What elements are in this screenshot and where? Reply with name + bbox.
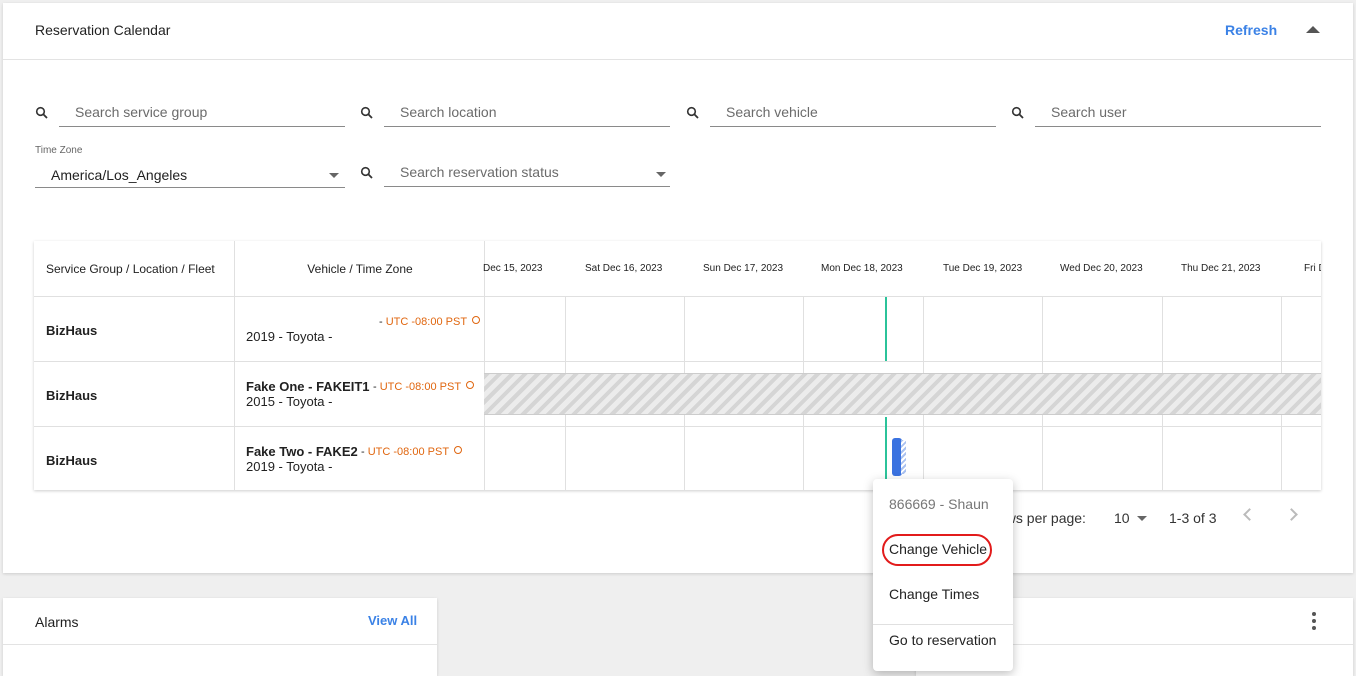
date-header: Thu Dec 21, 2023	[1181, 263, 1261, 274]
divider	[34, 296, 1321, 297]
chevron-right-icon[interactable]	[1285, 508, 1298, 521]
alarms-card: Alarms View All	[3, 598, 437, 676]
vehicle-subtitle: 2015 - Toyota -	[246, 394, 333, 409]
menu-header: 866669 - Shaun	[889, 496, 989, 512]
location-search	[360, 102, 670, 128]
card-header: Reservation Calendar Refresh	[3, 3, 1353, 60]
pagination-range: 1-3 of 3	[1169, 510, 1217, 526]
date-header: Mon Dec 18, 2023	[821, 263, 903, 274]
change-times-menu-item[interactable]: Change Times	[889, 586, 979, 602]
reservation-status-search	[360, 162, 670, 188]
kebab-menu-icon[interactable]	[1312, 612, 1316, 630]
row-group: BizHaus	[46, 388, 98, 403]
date-header: Dec 15, 2023	[483, 263, 543, 274]
divider	[34, 361, 1321, 362]
dropdown-caret-icon	[1137, 516, 1147, 521]
user-search	[1011, 102, 1321, 128]
location-search-input[interactable]	[384, 102, 670, 127]
reservation-table: Service Group / Location / Fleet Vehicle…	[34, 241, 1321, 490]
column-header-vehicle: Vehicle / Time Zone	[307, 261, 413, 276]
view-all-link[interactable]: View All	[368, 613, 417, 628]
date-header: Sat Dec 16, 2023	[585, 263, 663, 274]
search-icon	[360, 106, 373, 119]
page-title: Reservation Calendar	[35, 22, 171, 38]
search-icon	[686, 106, 699, 119]
vehicle-name-link[interactable]: Fake Two - FAKE2	[246, 444, 358, 459]
date-header: Sun Dec 17, 2023	[703, 263, 784, 274]
clock-icon	[472, 316, 481, 324]
timezone-text: UTC -08:00 PST	[367, 446, 450, 458]
go-to-reservation-menu-item[interactable]: Go to reservation	[889, 632, 996, 648]
service-group-search-input[interactable]	[59, 102, 345, 127]
divider	[873, 624, 1013, 625]
card-header: Alarms View All	[3, 598, 437, 645]
divider	[484, 241, 485, 490]
timezone-text: UTC -08:00 PST	[385, 316, 468, 328]
clock-icon	[454, 446, 463, 454]
vehicle-search-input[interactable]	[710, 102, 996, 127]
timezone-badge: - UTC -08:00 PST	[361, 446, 463, 458]
row-group: BizHaus	[46, 323, 98, 338]
chevron-left-icon[interactable]	[1243, 508, 1256, 521]
current-time-line	[885, 297, 887, 361]
timezone-badge: - UTC -08:00 PST	[373, 381, 475, 393]
date-header: Tue Dec 19, 2023	[943, 263, 1023, 274]
vehicle-subtitle: 2019 - Toyota -	[246, 459, 333, 474]
user-search-input[interactable]	[1035, 102, 1321, 127]
timezone-value: America/Los_Angeles	[51, 167, 188, 183]
timezone-label: Time Zone	[35, 145, 83, 156]
reservation-context-menu: 866669 - Shaun Change Vehicle Change Tim…	[873, 479, 1013, 671]
service-group-search	[35, 102, 345, 128]
search-icon	[360, 166, 373, 179]
unavailable-block	[484, 373, 1321, 415]
reservation-calendar-card: Reservation Calendar Refresh Time Zone A…	[3, 3, 1353, 573]
timezone-text: UTC -08:00 PST	[379, 381, 462, 393]
chevron-up-icon[interactable]	[1306, 26, 1320, 33]
reservation-status-input[interactable]	[384, 162, 670, 187]
date-header: Wed Dec 20, 2023	[1060, 263, 1143, 274]
divider	[34, 426, 1321, 427]
dropdown-caret-icon	[329, 173, 339, 178]
rows-per-page-value: 10	[1114, 510, 1130, 526]
refresh-button[interactable]: Refresh	[1225, 22, 1277, 38]
dropdown-caret-icon[interactable]	[656, 172, 666, 177]
alarms-title: Alarms	[35, 614, 79, 630]
change-vehicle-menu-item[interactable]: Change Vehicle	[889, 541, 987, 557]
vehicle-name-link[interactable]: Fake One - FAKEIT1	[246, 379, 370, 394]
search-icon	[35, 106, 48, 119]
reservation-block-tail	[901, 440, 906, 474]
column-header-group: Service Group / Location / Fleet	[46, 261, 215, 276]
vehicle-subtitle: 2019 - Toyota -	[246, 329, 333, 344]
clock-icon	[466, 381, 475, 389]
search-icon	[1011, 106, 1024, 119]
timezone-select[interactable]: America/Los_Angeles	[35, 163, 345, 188]
timezone-badge: - UTC -08:00 PST	[379, 316, 481, 328]
vehicle-search	[686, 102, 996, 128]
divider	[234, 241, 235, 490]
row-group: BizHaus	[46, 453, 98, 468]
date-header: Fri D	[1304, 263, 1321, 274]
rows-per-page-select[interactable]: 10	[1114, 510, 1147, 526]
